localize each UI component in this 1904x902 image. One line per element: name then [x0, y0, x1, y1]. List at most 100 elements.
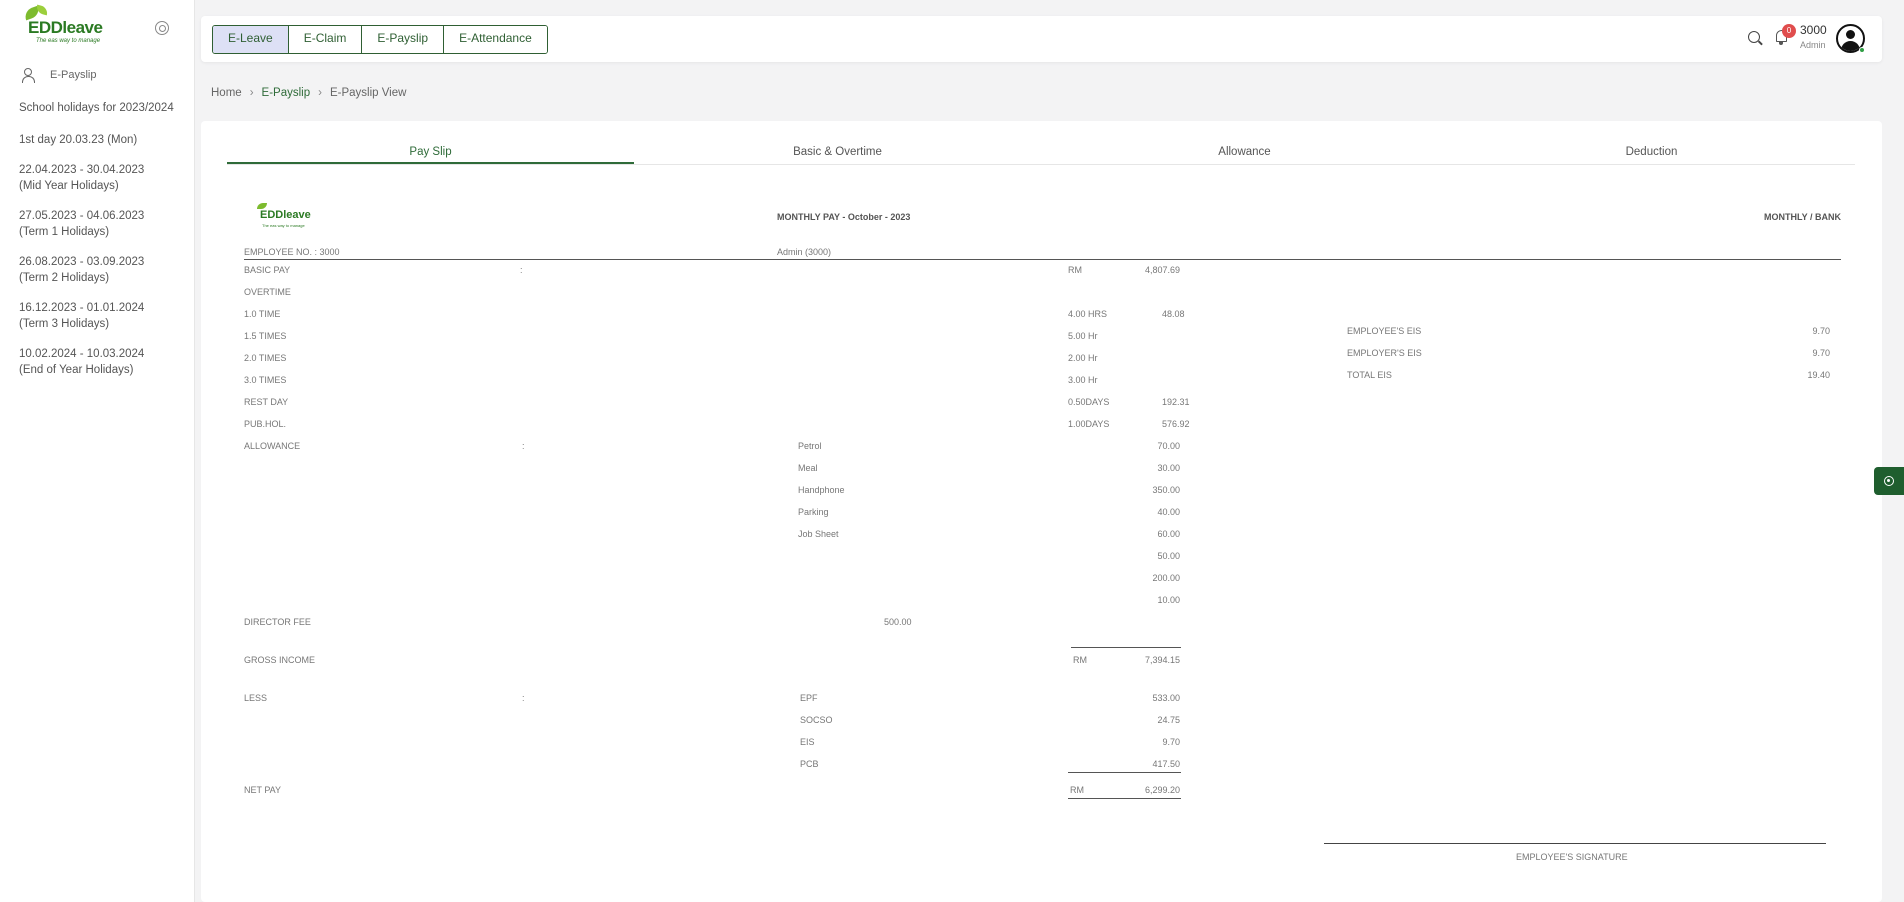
payslip-document: EDDleave The eas way to manage MONTHLY P… — [244, 203, 1841, 893]
sidebar: EDDleave The eas way to manage E-Payslip… — [0, 0, 195, 902]
allowance-label: ALLOWANCE — [244, 441, 301, 451]
user-role: Admin — [1800, 40, 1826, 50]
settings-float-button[interactable] — [1874, 467, 1904, 495]
overtime-row-label: 1.0 TIME — [244, 309, 281, 319]
allowance-name: Petrol — [798, 441, 822, 451]
tab-basic-overtime[interactable]: Basic & Overtime — [634, 143, 1041, 164]
holiday-item: 10.02.2024 - 10.03.2024 (End of Year Holi… — [19, 348, 145, 376]
payslip-title: MONTHLY PAY - October - 2023 — [777, 212, 911, 222]
deduction-name: PCB — [800, 759, 819, 769]
colon: : — [520, 265, 523, 275]
employee-name: Admin (3000) — [777, 247, 832, 257]
holiday-title: School holidays for 2023/2024 — [19, 102, 174, 114]
signature-line — [1324, 843, 1826, 844]
net-pay-value: 6,299.20 — [1144, 785, 1180, 795]
eis-value: 9.70 — [1812, 348, 1830, 358]
gross-income-label: GROSS INCOME — [244, 655, 316, 665]
eis-value: 19.40 — [1807, 370, 1830, 380]
header-divider — [244, 259, 1841, 260]
online-status-dot — [1859, 47, 1865, 53]
payslip-card: Pay Slip Basic & Overtime Allowance Dedu… — [201, 121, 1882, 902]
tab-allowance[interactable]: Allowance — [1041, 143, 1448, 164]
tab-pay-slip[interactable]: Pay Slip — [227, 143, 634, 164]
holiday-item: 1st day 20.03.23 (Mon) — [19, 134, 138, 146]
overtime-row-qty: 0.50DAYS — [1068, 397, 1110, 407]
net-underline — [1068, 798, 1181, 799]
module-epayslip-button[interactable]: E-Payslip — [362, 26, 445, 53]
allowance-name: Meal — [798, 463, 818, 473]
eis-label: EMPLOYER'S EIS — [1347, 348, 1422, 358]
director-fee-value: 500.00 — [884, 617, 912, 627]
chevron-right-icon: › — [318, 87, 322, 99]
deduction-value: 24.75 — [1157, 715, 1180, 725]
overtime-label: OVERTIME — [244, 287, 291, 297]
overtime-row-label: PUB.HOL. — [244, 419, 287, 429]
allowance-value: 10.00 — [1157, 595, 1180, 605]
holiday-item: 26.08.2023 - 03.09.2023 (Term 2 Holidays) — [19, 256, 145, 284]
colon: : — [522, 441, 525, 451]
logo-word: EDDleave — [28, 18, 103, 37]
module-eleave-button[interactable]: E-Leave — [213, 26, 289, 53]
currency-label: RM — [1073, 655, 1087, 665]
allowance-value: 70.00 — [1157, 441, 1180, 451]
deduction-value: 417.50 — [1152, 759, 1180, 769]
overtime-row-label: REST DAY — [244, 397, 289, 407]
sidebar-item-epayslip[interactable]: E-Payslip — [22, 68, 97, 83]
allowance-name: Parking — [798, 507, 829, 517]
colon: : — [522, 693, 525, 703]
logo-tagline: The eas way to manage — [36, 38, 101, 44]
breadcrumb-home[interactable]: Home — [211, 87, 242, 99]
tab-deduction[interactable]: Deduction — [1448, 143, 1855, 164]
overtime-row-value: 192.31 — [1162, 397, 1190, 407]
app-logo[interactable]: EDDleave The eas way to manage — [22, 4, 103, 46]
chevron-right-icon: › — [249, 87, 254, 99]
user-id: 3000 — [1800, 23, 1827, 37]
basic-pay-label: BASIC PAY — [244, 265, 291, 275]
allowance-value: 200.00 — [1152, 573, 1180, 583]
deduction-name: EIS — [800, 737, 815, 747]
allowance-value: 60.00 — [1157, 529, 1180, 539]
notification-badge: 0 — [1782, 24, 1796, 38]
overtime-row-qty: 1.00DAYS — [1068, 419, 1110, 429]
overtime-row-label: 3.0 TIMES — [244, 375, 287, 385]
director-fee-label: DIRECTOR FEE — [244, 617, 311, 627]
allowance-name: Handphone — [798, 485, 845, 495]
currency-label: RM — [1070, 785, 1084, 795]
less-label: LESS — [244, 693, 268, 703]
deduction-name: SOCSO — [800, 715, 833, 725]
overtime-row-qty: 3.00 Hr — [1068, 375, 1098, 385]
allowance-value: 350.00 — [1152, 485, 1180, 495]
currency-label: RM — [1068, 265, 1082, 275]
breadcrumb: Home › E-Payslip › E-Payslip View — [211, 87, 406, 99]
allowance-value: 50.00 — [1157, 551, 1180, 561]
eis-value: 9.70 — [1812, 326, 1830, 336]
module-eattendance-button[interactable]: E-Attendance — [444, 26, 547, 53]
allowance-name: Job Sheet — [798, 529, 839, 539]
overtime-row-qty: 5.00 Hr — [1068, 331, 1098, 341]
allowance-value: 30.00 — [1157, 463, 1180, 473]
sidebar-item-label: E-Payslip — [50, 69, 97, 81]
holiday-item: 27.05.2023 - 04.06.2023 (Term 1 Holidays) — [19, 210, 145, 238]
breadcrumb-epayslip[interactable]: E-Payslip — [262, 87, 311, 99]
overtime-row-value: 576.92 — [1162, 419, 1190, 429]
sidebar-toggle-icon[interactable] — [155, 21, 169, 35]
top-bar: E-Leave E-Claim E-Payslip E-Attendance 0… — [201, 16, 1882, 62]
allowance-value: 40.00 — [1157, 507, 1180, 517]
payslip-logo: EDDleave The eas way to manage — [256, 203, 311, 231]
signature-label: EMPLOYEE'S SIGNATURE — [1516, 852, 1628, 862]
overtime-row-qty: 2.00 Hr — [1068, 353, 1098, 363]
overtime-row-qty: 4.00 HRS — [1068, 309, 1108, 319]
search-icon[interactable] — [1748, 31, 1760, 43]
overtime-row-label: 1.5 TIMES — [244, 331, 287, 341]
payslip-tabs: Pay Slip Basic & Overtime Allowance Dedu… — [227, 143, 1855, 165]
net-pay-label: NET PAY — [244, 785, 282, 795]
basic-pay-value: 4,807.69 — [1144, 265, 1180, 275]
eis-label: EMPLOYEE'S EIS — [1347, 326, 1422, 336]
module-eclaim-button[interactable]: E-Claim — [288, 26, 363, 53]
overtime-row-label: 2.0 TIMES — [244, 353, 287, 363]
overtime-row-value: 48.08 — [1162, 309, 1185, 319]
pay-mode: MONTHLY / BANK — [1763, 212, 1841, 222]
deduction-value: 533.00 — [1152, 693, 1180, 703]
eis-label: TOTAL EIS — [1347, 370, 1392, 380]
employee-no: EMPLOYEE NO. : 3000 — [244, 247, 340, 257]
